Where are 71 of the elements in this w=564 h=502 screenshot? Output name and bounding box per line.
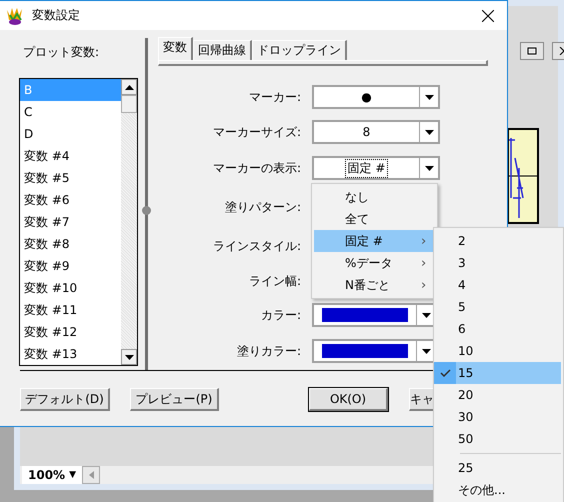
- menu-item[interactable]: 30: [434, 406, 561, 428]
- list-item[interactable]: 変数 #5: [20, 167, 121, 189]
- combo-value: ●: [360, 89, 373, 105]
- caret-icon: [424, 166, 434, 170]
- list-item[interactable]: 変数 #6: [20, 189, 121, 211]
- menu-item[interactable]: N番ごと ›: [314, 274, 435, 296]
- field-label: マーカーサイズ:: [212, 124, 301, 141]
- menu-item[interactable]: 2: [434, 230, 561, 252]
- caret-icon: [422, 348, 430, 354]
- submenu-arrow: ›: [421, 278, 428, 292]
- restore-icon: [527, 47, 537, 55]
- list-item[interactable]: 変数 #8: [20, 233, 121, 255]
- list-item[interactable]: D: [20, 123, 121, 145]
- down-arrow-icon: [124, 354, 134, 360]
- menu-item[interactable]: 50: [434, 428, 561, 450]
- list-item[interactable]: 変数 #10: [20, 277, 121, 299]
- field-label: ライン幅:: [248, 273, 301, 290]
- field-label: ラインスタイル:: [212, 238, 301, 255]
- tab[interactable]: 変数: [158, 37, 193, 60]
- dialog-button[interactable]: デフォルト(D): [20, 388, 110, 411]
- menu-item[interactable]: 5: [434, 296, 561, 318]
- caret-icon: [422, 312, 430, 318]
- variable-list[interactable]: B C D 変数 #4 変数 #5 変数 #6 変数 #7 変数 #8 変数 #9 変数 #10 変数 #11 変数 #12 変数 #13: [19, 78, 138, 366]
- plot-variables-label: プロット変数:: [23, 44, 100, 61]
- menu-item[interactable]: 15: [434, 362, 561, 384]
- menu-item[interactable]: 3: [434, 252, 561, 274]
- scroll-thumb[interactable]: [121, 95, 137, 113]
- submenu-arrow: ›: [421, 234, 428, 248]
- close-icon: [482, 10, 494, 22]
- menu-item[interactable]: 6: [434, 318, 561, 340]
- list-item[interactable]: 変数 #7: [20, 211, 121, 233]
- submenu-arrow: ›: [421, 256, 428, 270]
- checkmark-icon: [440, 369, 450, 377]
- menu-item[interactable]: 固定 # ›: [314, 230, 435, 252]
- combo-box[interactable]: ●: [312, 85, 440, 109]
- list-item[interactable]: 変数 #9: [20, 255, 121, 277]
- field-label: マーカー:: [248, 89, 301, 106]
- dialog-button[interactable]: プレビュー(P): [130, 388, 219, 411]
- list-item[interactable]: 変数 #13: [20, 343, 121, 365]
- list-item[interactable]: 変数 #12: [20, 321, 121, 343]
- menu-item[interactable]: %データ ›: [314, 252, 435, 274]
- window-title: 変数設定: [32, 7, 81, 24]
- up-arrow-icon: [124, 84, 134, 90]
- list-item[interactable]: 変数 #4: [20, 145, 121, 167]
- combo-value: 8: [362, 124, 372, 140]
- list-item[interactable]: C: [20, 101, 121, 123]
- list-item[interactable]: 変数 #11: [20, 299, 121, 321]
- zoom-dropdown[interactable]: 100% ▼: [22, 466, 82, 484]
- dialog-button[interactable]: OK(O): [309, 388, 388, 411]
- menu-item[interactable]: 10: [434, 340, 561, 362]
- left-arrow-icon: [88, 471, 94, 479]
- menu-item[interactable]: 4: [434, 274, 561, 296]
- restore-button[interactable]: [520, 42, 544, 60]
- tab[interactable]: ドロップライン: [252, 40, 347, 60]
- combo-value: 固定 #: [344, 158, 388, 178]
- field-label: 塗りカラー:: [236, 343, 301, 360]
- field-label: カラー:: [260, 307, 301, 324]
- scrollbar[interactable]: [121, 79, 137, 365]
- menu-item[interactable]: 20: [434, 384, 561, 406]
- menu-item[interactable]: その他...: [434, 479, 561, 501]
- tab[interactable]: 回帰曲線: [193, 40, 252, 60]
- field-label: 塗りパターン:: [224, 199, 301, 216]
- menu-item[interactable]: 25: [434, 457, 561, 479]
- combo-box[interactable]: 固定 #: [312, 156, 440, 180]
- menu-item[interactable]: なし: [314, 186, 435, 208]
- caret-icon: [424, 130, 434, 134]
- combo-box[interactable]: 8: [312, 120, 440, 144]
- menu-item[interactable]: 全て: [314, 208, 435, 230]
- caret-icon: [424, 94, 434, 100]
- app-logo-icon: [6, 6, 24, 24]
- field-label: マーカーの表示:: [212, 160, 301, 177]
